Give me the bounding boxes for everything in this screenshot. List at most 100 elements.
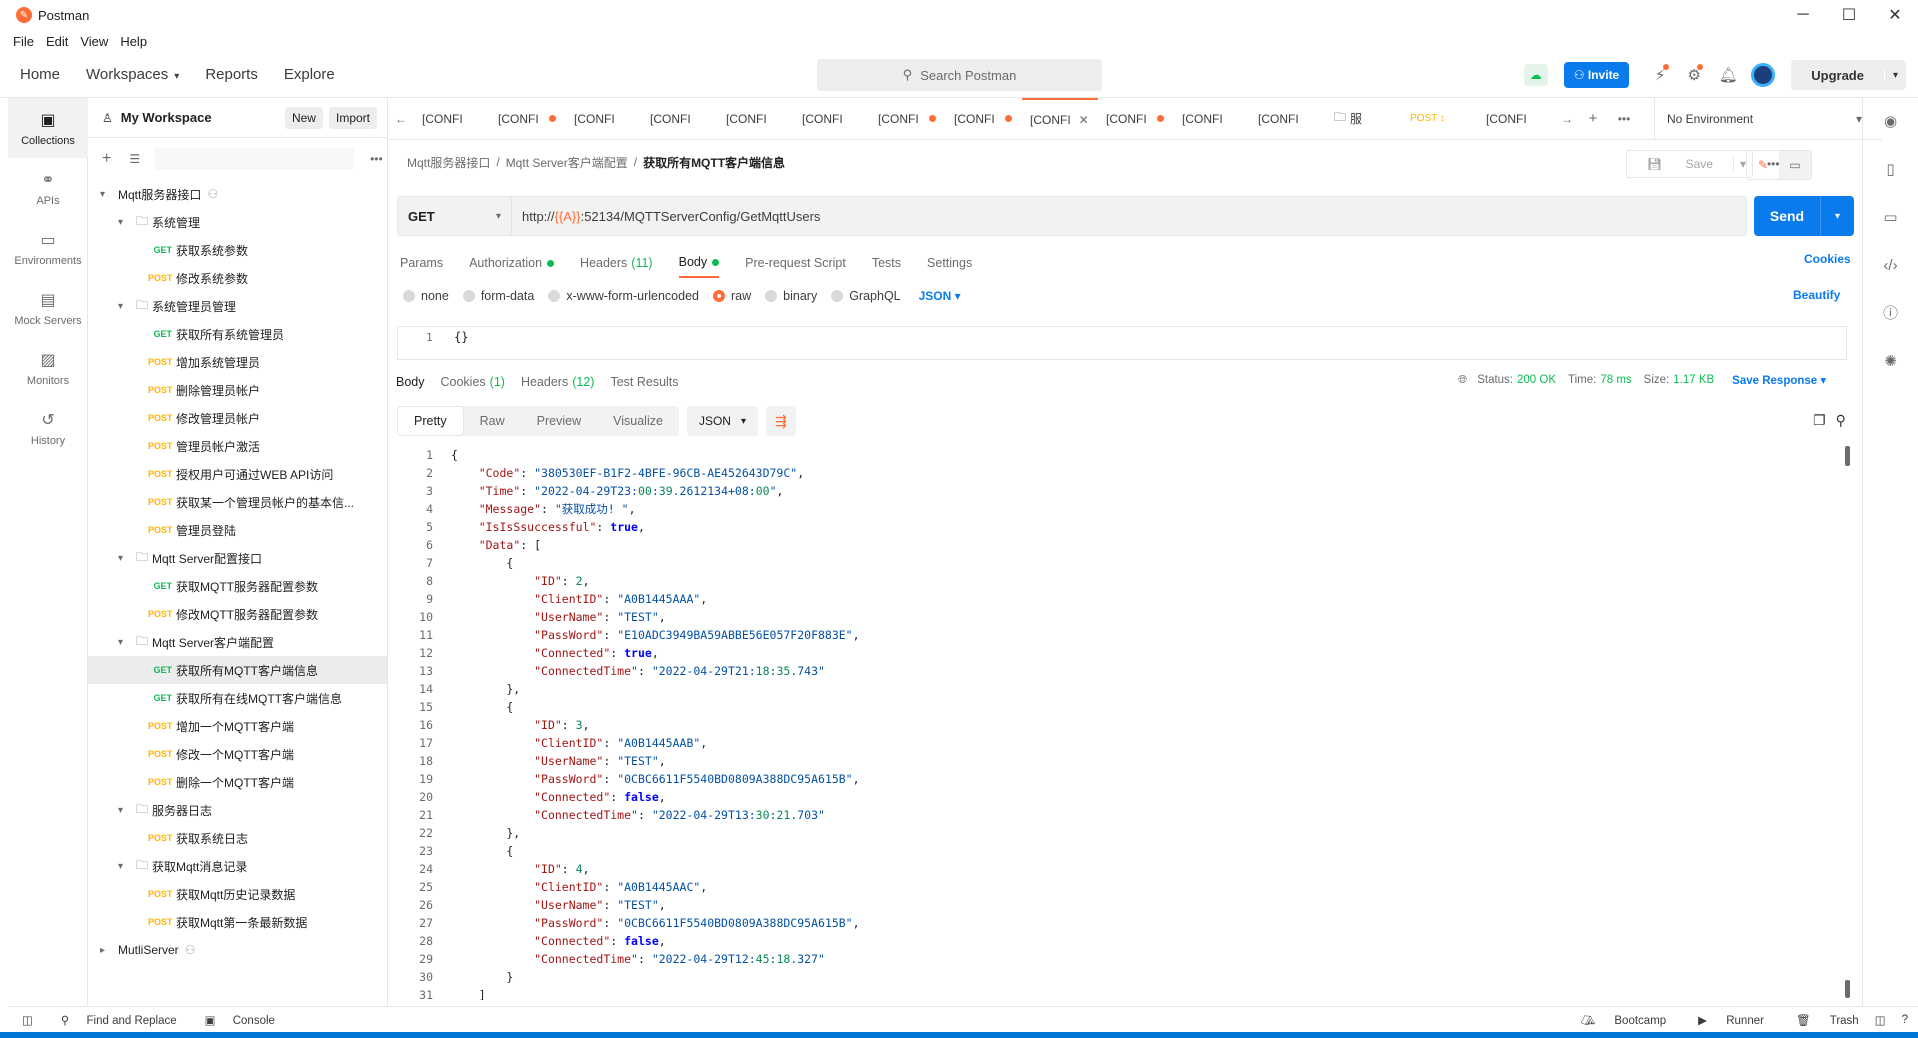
- sidebar-request-item[interactable]: GET 获取所有在线MQTT客户端信息: [88, 684, 387, 712]
- body-type-raw[interactable]: raw: [713, 289, 751, 303]
- menu-file[interactable]: File: [13, 34, 34, 49]
- breadcrumb-collection[interactable]: Mqtt服务器接口: [407, 154, 490, 171]
- console-button[interactable]: ▣ Console: [191, 1013, 275, 1027]
- url-input[interactable]: http://{{A}}:52134/MQTTServerConfig/GetM…: [512, 196, 1747, 236]
- comment-icon[interactable]: ▭: [1779, 151, 1811, 179]
- sidebar-request-item[interactable]: POST 授权用户可通过WEB API访问: [88, 460, 387, 488]
- radio-button[interactable]: [765, 290, 778, 302]
- satellite-icon[interactable]: ⚡: [1643, 64, 1677, 84]
- copy-icon[interactable]: ❐: [1813, 412, 1826, 429]
- sidebar-request-item[interactable]: GET 获取系统参数: [88, 236, 387, 264]
- runner-button[interactable]: ▶ Runner: [1682, 1013, 1764, 1027]
- sidebar-request-item[interactable]: GET 获取所有MQTT客户端信息: [88, 656, 387, 684]
- rail-monitors[interactable]: ▨ Monitors: [8, 338, 88, 398]
- radio-button[interactable]: [713, 290, 725, 302]
- cloud-sync-icon[interactable]: ☁: [1523, 64, 1548, 86]
- sidebar-request-item[interactable]: POST 获取Mqtt第一条最新数据: [88, 908, 387, 936]
- response-tab-body[interactable]: Body: [396, 375, 425, 389]
- tab-tests[interactable]: Tests: [872, 248, 901, 278]
- breadcrumb-folder[interactable]: Mqtt Server客户端配置: [506, 154, 628, 171]
- chevron-down-icon[interactable]: ▾: [118, 805, 132, 816]
- sidebar-request-item[interactable]: POST 获取某一个管理员帐户的基本信...: [88, 488, 387, 516]
- cookies-link[interactable]: Cookies: [1804, 252, 1851, 266]
- search-input[interactable]: ⚲ Search Postman: [817, 59, 1102, 91]
- globe-icon[interactable]: 🌐︎: [1458, 374, 1467, 387]
- wrap-lines-icon[interactable]: ⇶: [766, 406, 796, 436]
- sidebar-folder-item[interactable]: ▾ 🗀 Mqtt Server客户端配置: [88, 628, 387, 656]
- request-tab[interactable]: [CONFI: [794, 98, 870, 139]
- lightbulb-icon[interactable]: ✺: [1863, 338, 1918, 386]
- sidebar-request-item[interactable]: POST 增加系统管理员: [88, 348, 387, 376]
- gear-icon[interactable]: ⚙: [1677, 64, 1711, 84]
- sidebar-folder-item[interactable]: ▾ 🗀 系统管理: [88, 208, 387, 236]
- upgrade-button[interactable]: Upgrade ▾: [1791, 60, 1906, 90]
- rail-apis[interactable]: ⚭ APIs: [8, 158, 88, 218]
- chevron-down-icon[interactable]: ▾: [118, 637, 132, 648]
- scrollbar-thumb[interactable]: [1845, 446, 1850, 466]
- save-button[interactable]: 💾︎ Save ▾: [1626, 150, 1753, 178]
- body-type-x-www-form-urlencoded[interactable]: x-www-form-urlencoded: [548, 289, 699, 303]
- scrollbar-thumb[interactable]: [1845, 980, 1850, 998]
- plus-icon[interactable]: +: [1580, 110, 1606, 127]
- nav-workspaces[interactable]: Workspaces ▾: [86, 66, 179, 83]
- rail-environments[interactable]: ▭ Environments: [8, 218, 88, 278]
- nav-explore[interactable]: Explore: [284, 66, 335, 83]
- radio-button[interactable]: [548, 290, 561, 302]
- more-icon[interactable]: •••: [1606, 112, 1642, 126]
- sidebar-request-item[interactable]: POST 管理员登陆: [88, 516, 387, 544]
- sidebar-folder-item[interactable]: ▾ 🗀 服务器日志: [88, 796, 387, 824]
- sidebar-request-item[interactable]: POST 修改一个MQTT客户端: [88, 740, 387, 768]
- radio-button[interactable]: [462, 290, 475, 302]
- sidebar-collection-item[interactable]: ▸ MutliServer ⚇: [88, 936, 387, 964]
- new-button[interactable]: New: [284, 106, 323, 129]
- rail-history[interactable]: ↺ History: [8, 398, 88, 458]
- help-icon[interactable]: ?: [1902, 1014, 1908, 1026]
- chevron-down-icon[interactable]: ▾: [118, 217, 132, 228]
- request-tab[interactable]: [CONFI: [870, 98, 946, 139]
- response-format-select[interactable]: JSON ▾: [686, 406, 758, 436]
- body-format-select[interactable]: JSON ▾: [919, 289, 961, 303]
- workspace-name[interactable]: My Workspace: [121, 110, 212, 125]
- more-icon[interactable]: •••: [370, 152, 383, 166]
- size-value[interactable]: 1.17 KB: [1673, 374, 1714, 386]
- sidebar-request-item[interactable]: POST 删除一个MQTT客户端: [88, 768, 387, 796]
- environment-select[interactable]: No Environment ▾: [1654, 98, 1882, 139]
- menu-help[interactable]: Help: [120, 34, 147, 49]
- info-icon[interactable]: ⓘ: [1863, 290, 1918, 338]
- code-icon[interactable]: ‹/›: [1863, 242, 1918, 290]
- menu-edit[interactable]: Edit: [46, 34, 68, 49]
- request-tab[interactable]: [CONFI: [1174, 98, 1250, 139]
- nav-home[interactable]: Home: [20, 66, 60, 83]
- chevron-down-icon[interactable]: ▾: [118, 861, 132, 872]
- minimize-icon[interactable]: ─: [1780, 0, 1826, 30]
- documentation-icon[interactable]: ▯: [1863, 146, 1918, 194]
- sidebar-folder-item[interactable]: ▾ 🗀 获取Mqtt消息记录: [88, 852, 387, 880]
- comments-icon[interactable]: ▭: [1863, 194, 1918, 242]
- sidebar-request-item[interactable]: POST 管理员帐户激活: [88, 432, 387, 460]
- view-mode-preview[interactable]: Preview: [521, 406, 597, 436]
- close-tab-icon[interactable]: ✕: [1079, 113, 1089, 127]
- nav-reports[interactable]: Reports: [205, 66, 258, 83]
- pencil-icon[interactable]: ✎: [1747, 151, 1779, 179]
- body-type-graphql[interactable]: GraphQL: [831, 289, 901, 303]
- chevron-down-icon[interactable]: ▾: [118, 301, 132, 312]
- sidebar-request-item[interactable]: POST 修改管理员帐户: [88, 404, 387, 432]
- chevron-down-icon[interactable]: ▾: [100, 189, 114, 200]
- invite-button[interactable]: ⚇ Invite: [1563, 62, 1630, 88]
- eye-icon[interactable]: ◉: [1863, 98, 1918, 146]
- sidebar-toggle-icon[interactable]: ◫: [22, 1013, 33, 1027]
- method-select[interactable]: GET ▾: [397, 196, 512, 236]
- trash-button[interactable]: 🗑︎ Trash: [1780, 1013, 1859, 1027]
- request-title[interactable]: 获取所有MQTT客户端信息: [643, 154, 785, 171]
- request-tab[interactable]: [CONFI: [490, 98, 566, 139]
- request-tab[interactable]: [CONFI ✕: [1022, 98, 1098, 139]
- sidebar-folder-item[interactable]: ▾ 🗀 Mqtt Server配置接口: [88, 544, 387, 572]
- chevron-right-icon[interactable]: ▸: [100, 945, 114, 956]
- status-value[interactable]: 200 OK: [1517, 374, 1556, 386]
- request-tab[interactable]: [CONFI: [414, 98, 490, 139]
- radio-button[interactable]: [403, 290, 415, 302]
- response-tab-headers[interactable]: Headers (12): [521, 375, 594, 389]
- tab-settings[interactable]: Settings: [927, 248, 972, 278]
- import-button[interactable]: Import: [328, 106, 377, 129]
- menu-view[interactable]: View: [80, 34, 108, 49]
